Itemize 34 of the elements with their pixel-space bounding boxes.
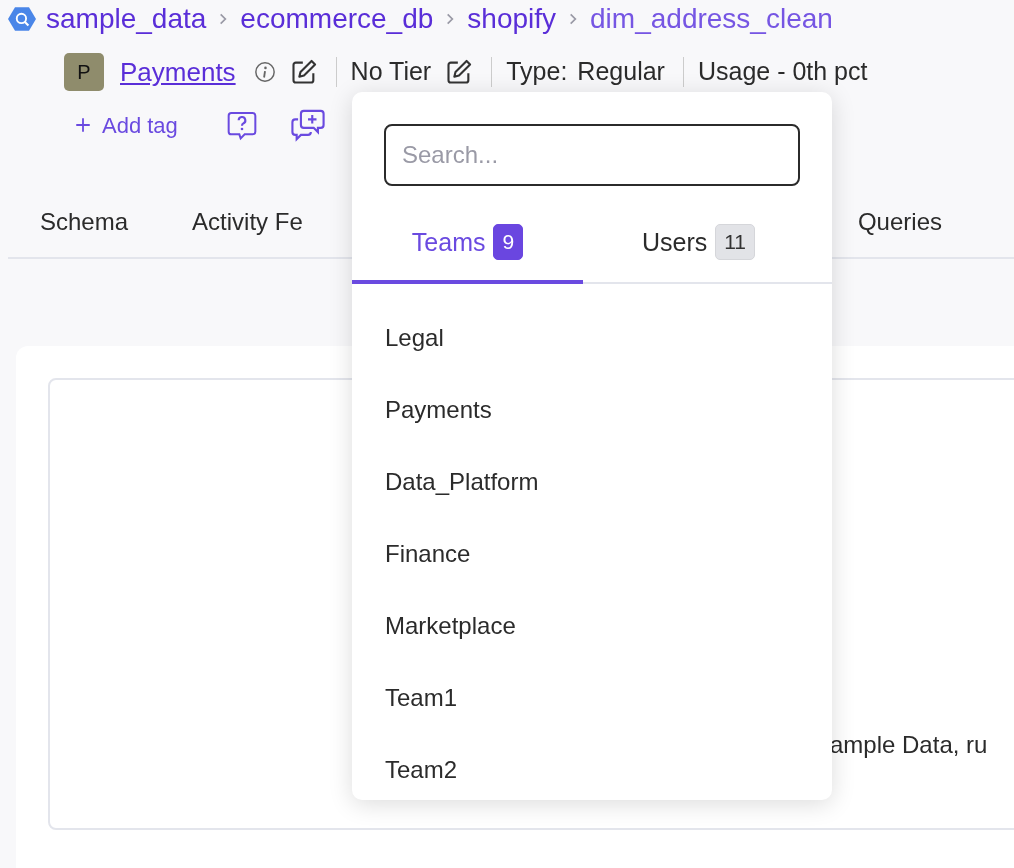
dropdown-item[interactable]: Data_Platform — [352, 446, 832, 518]
dropdown-tab[interactable]: Users 11 — [583, 224, 814, 284]
owner-avatar: P — [64, 53, 104, 91]
dropdown-item[interactable]: Finance — [352, 518, 832, 590]
breadcrumb-link[interactable]: sample_data — [46, 0, 207, 40]
edit-icon[interactable] — [445, 58, 474, 86]
page-tab[interactable]: Queries — [825, 204, 1014, 240]
dropdown-item[interactable]: Marketplace — [352, 590, 832, 662]
count-badge: 9 — [493, 224, 524, 260]
type-label: Type: — [506, 56, 568, 88]
info-icon — [253, 61, 276, 83]
count-badge: 11 — [715, 224, 756, 260]
type-value: Regular — [577, 56, 665, 88]
breadcrumb-link[interactable]: ecommerce_db — [240, 0, 434, 40]
page-tab[interactable]: Schema — [8, 204, 161, 240]
dropdown-tab[interactable]: Teams 9 — [352, 224, 583, 284]
content-text: ample Data, ru — [830, 730, 988, 760]
chat-plus-icon[interactable] — [289, 108, 326, 142]
breadcrumb-link[interactable]: dim_address_clean — [590, 0, 833, 40]
dropdown-item[interactable]: Team2 — [352, 734, 832, 800]
edit-icon[interactable] — [289, 58, 318, 86]
database-logo-icon — [8, 5, 36, 33]
breadcrumb-link[interactable]: shopify — [467, 0, 557, 40]
question-bubble-icon[interactable] — [225, 109, 258, 141]
dropdown-item[interactable]: Payments — [352, 374, 832, 446]
add-tag-button[interactable]: Add tag — [74, 108, 178, 142]
dropdown-item[interactable]: Team1 — [352, 662, 832, 734]
search-field[interactable]: Search... — [384, 124, 800, 186]
dropdown-item[interactable]: Legal — [352, 302, 832, 374]
usage-label: Usage - 0th pct — [697, 56, 868, 88]
tier-label: No Tier — [350, 56, 432, 88]
page-tab[interactable]: Activity Fe — [160, 204, 335, 240]
owner-link[interactable]: Payments — [120, 52, 236, 92]
plus-icon — [74, 116, 92, 134]
